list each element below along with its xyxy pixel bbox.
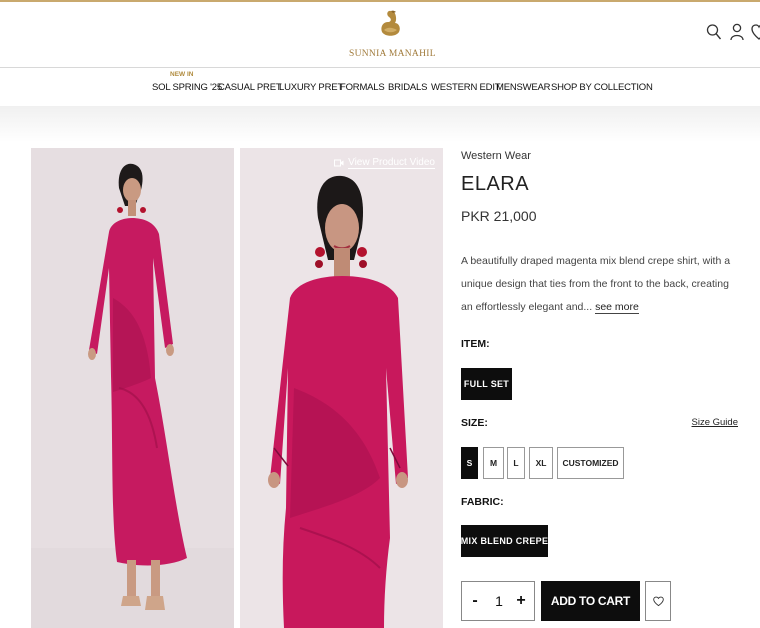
nav-formals[interactable]: FORMALS bbox=[340, 82, 385, 93]
new-in-badge: NEW IN bbox=[170, 71, 194, 78]
video-camera-icon bbox=[334, 159, 344, 167]
size-option-label: SIZE: bbox=[461, 417, 488, 429]
swan-logo-icon bbox=[381, 10, 400, 36]
product-image-2[interactable]: View Product Video bbox=[240, 148, 443, 628]
add-to-wishlist-button[interactable] bbox=[645, 581, 671, 621]
size-xl-button[interactable]: XL bbox=[529, 447, 553, 479]
quantity-decrease-button[interactable]: - bbox=[467, 591, 483, 611]
brand-name: SUNNIA MANAHIL bbox=[349, 49, 436, 59]
brand-logo[interactable]: SUNNIA MANAHIL bbox=[349, 8, 436, 64]
product-description: A beautifully draped magenta mix blend c… bbox=[461, 250, 741, 319]
nav-shop-by-collection[interactable]: SHOP BY COLLECTION bbox=[551, 82, 653, 93]
size-customized-button[interactable]: CUSTOMIZED bbox=[557, 447, 624, 479]
heart-outline-icon bbox=[652, 596, 664, 606]
model-closeup-image bbox=[240, 148, 443, 628]
item-option-label: ITEM: bbox=[461, 338, 490, 350]
size-m-button[interactable]: M bbox=[483, 447, 504, 479]
header-shadow-band bbox=[0, 106, 760, 142]
item-full-set-button[interactable]: FULL SET bbox=[461, 368, 512, 400]
nav-western-edit[interactable]: WESTERN EDIT bbox=[431, 82, 501, 93]
add-to-cart-button[interactable]: ADD TO CART bbox=[541, 581, 640, 621]
product-price: PKR 21,000 bbox=[461, 208, 537, 224]
nav-sol-spring[interactable]: SOL SPRING '25 bbox=[152, 82, 222, 93]
product-image-1[interactable] bbox=[31, 148, 234, 628]
quantity-stepper: - 1 + bbox=[461, 581, 535, 621]
product-title: ELARA bbox=[461, 173, 530, 195]
fabric-mix-blend-crepe-button[interactable]: MIX BLEND CREPE bbox=[461, 525, 548, 557]
product-info: Western Wear ELARA PKR 21,000 A beautifu… bbox=[461, 148, 760, 628]
quantity-input[interactable]: 1 bbox=[490, 591, 508, 611]
quantity-increase-button[interactable]: + bbox=[513, 591, 529, 611]
search-icon[interactable] bbox=[706, 22, 722, 42]
nav-luxury-pret[interactable]: LUXURY PRET bbox=[279, 82, 343, 93]
nav-menswear[interactable]: MENSWEAR bbox=[496, 82, 551, 93]
site-header: SUNNIA MANAHIL bbox=[0, 2, 760, 68]
view-product-video-link[interactable]: View Product Video bbox=[334, 157, 435, 169]
nav-casual-pret[interactable]: CASUAL PRET bbox=[218, 82, 282, 93]
nav-bridals[interactable]: BRIDALS bbox=[388, 82, 427, 93]
video-link-label: View Product Video bbox=[348, 157, 435, 169]
model-full-length-image bbox=[31, 148, 234, 628]
size-s-button[interactable]: S bbox=[461, 447, 478, 479]
product-category[interactable]: Western Wear bbox=[461, 150, 531, 162]
main-nav: NEW IN SOL SPRING '25 CASUAL PRET LUXURY… bbox=[0, 68, 760, 106]
size-guide-link[interactable]: Size Guide bbox=[692, 417, 738, 428]
size-l-button[interactable]: L bbox=[507, 447, 525, 479]
fabric-option-label: FABRIC: bbox=[461, 496, 504, 508]
see-more-link[interactable]: see more bbox=[595, 301, 639, 314]
heart-icon[interactable] bbox=[751, 22, 760, 42]
user-icon[interactable] bbox=[729, 22, 745, 42]
